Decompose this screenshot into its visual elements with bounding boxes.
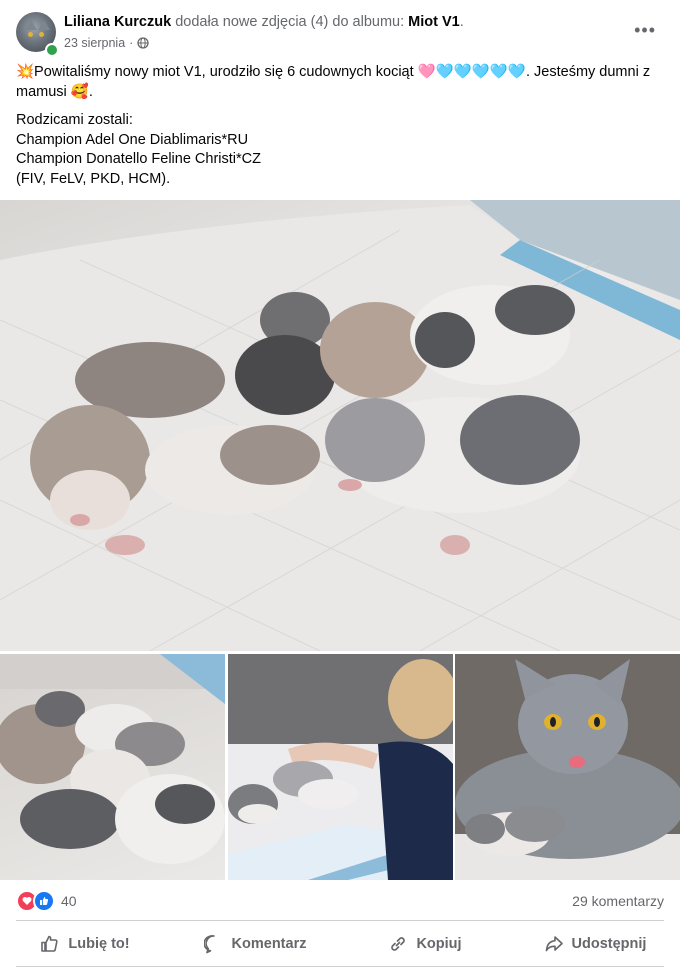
post-text-line: Rodzicami zostali: [16,112,133,128]
photo-mother-cat[interactable] [455,654,680,880]
kittens-illustration [0,200,680,651]
avatar-cat-eye [28,32,33,37]
main-photo-kittens[interactable] [0,200,680,651]
post-meta: 23 sierpnia · [64,36,149,50]
copy-button[interactable]: Kopiuj [340,922,510,966]
meta-separator: · [129,36,134,50]
avatar-cat-eye [39,32,44,37]
author-line: Liliana Kurczuk dodała nowe zdjęcia (4) … [64,14,464,30]
copy-label: Kopiuj [416,936,462,952]
post-header: Liliana Kurczuk dodała nowe zdjęcia (4) … [0,0,680,62]
share-button[interactable]: Udostępnij [510,922,680,966]
bottom-divider [16,966,664,967]
avatar-cat-ear [25,20,37,30]
post-text-line: Champion Adel One Diablimaris*RU [16,131,249,148]
photo-kittens-close[interactable] [0,654,225,880]
comment-icon [203,935,215,954]
online-status-dot [45,43,59,57]
like-reaction-icon [33,890,55,912]
avatar-cat-ear [38,20,50,30]
share-icon [545,936,563,952]
post-actions: Lubię to! Komentarz Kopiuj Udostępnij [0,922,680,966]
thumbs-up-icon [41,935,59,952]
post-date[interactable]: 23 sierpnia [64,36,125,50]
comment-button[interactable]: Komentarz [170,922,340,966]
like-label: Lubię to! [68,936,130,952]
mother-cat-illustration [455,654,680,880]
share-label: Udostępnij [571,936,647,952]
comment-label: Komentarz [231,936,307,952]
more-options-icon[interactable]: ••• [634,20,656,41]
photo-child-with-kittens[interactable] [228,654,453,880]
link-icon [391,937,406,951]
like-button[interactable]: Lubię to! [0,922,170,966]
child-kittens-illustration [228,654,453,880]
post-text-line: (FIV, FeLV, PKD, HCM). [16,170,171,187]
kittens-close-illustration [0,654,225,864]
post-text: 💥Powitaliśmy nowy miot V1, urodziło się … [16,63,666,189]
author-name[interactable]: Liliana Kurczuk [64,14,171,30]
post-text-line: 💥Powitaliśmy nowy miot V1, urodziło się … [16,64,651,100]
album-link[interactable]: Miot V1 [408,14,460,30]
comments-count[interactable]: 29 komentarzy [572,893,664,909]
divider [16,920,664,921]
reactions-summary[interactable]: 40 [16,890,77,912]
globe-icon [137,37,149,49]
reactions-count: 40 [61,893,77,909]
action-text: dodała nowe zdjęcia (4) do albumu: [175,14,405,30]
period: . [459,14,464,30]
post-text-line: Champion Donatello Feline Christi*CZ [16,151,261,167]
